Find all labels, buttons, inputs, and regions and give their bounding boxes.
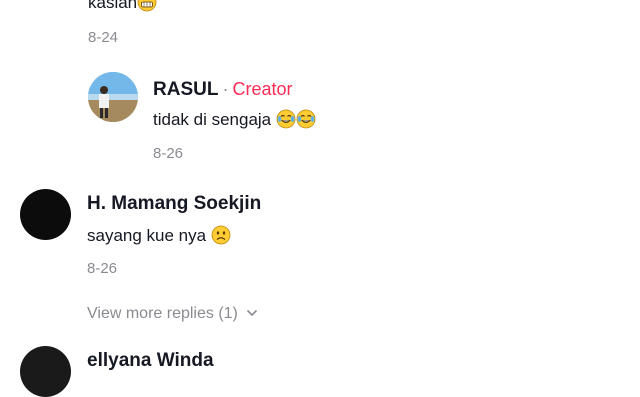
- tears-of-joy-icon: [296, 109, 316, 129]
- chevron-down-icon: [246, 304, 258, 324]
- reply-author-line: RASUL · Creator: [153, 78, 292, 101]
- reply-text: tidak di sengaja: [153, 109, 316, 131]
- grinning-face-icon: [137, 0, 157, 12]
- tears-of-joy-icon: [276, 109, 296, 129]
- separator-dot: ·: [222, 79, 229, 99]
- comment-date: 8-26: [87, 260, 118, 277]
- avatar[interactable]: [20, 189, 71, 240]
- avatar[interactable]: [20, 346, 71, 397]
- frowning-face-icon: [211, 225, 231, 245]
- comment-text: kasian: [88, 0, 157, 13]
- avatar-photo-icon: [88, 72, 138, 122]
- author-name[interactable]: H. Mamang Soekjin: [87, 193, 261, 215]
- reply-date: 8-26: [153, 145, 184, 162]
- author-name[interactable]: RASUL: [153, 79, 218, 100]
- author-name[interactable]: ellyana Winda: [87, 350, 214, 372]
- comment-date: 8-24: [88, 29, 119, 46]
- reply-text-value: tidak di sengaja: [153, 110, 272, 129]
- avatar[interactable]: [88, 72, 138, 122]
- comment-text: sayang kue nya: [87, 225, 231, 247]
- view-more-label: View more replies (1): [87, 305, 238, 322]
- comment-text-value: kasian: [88, 0, 138, 12]
- view-more-replies-button[interactable]: View more replies (1): [87, 304, 258, 324]
- comment-text-value: sayang kue nya: [87, 226, 207, 245]
- creator-badge: Creator: [232, 79, 293, 99]
